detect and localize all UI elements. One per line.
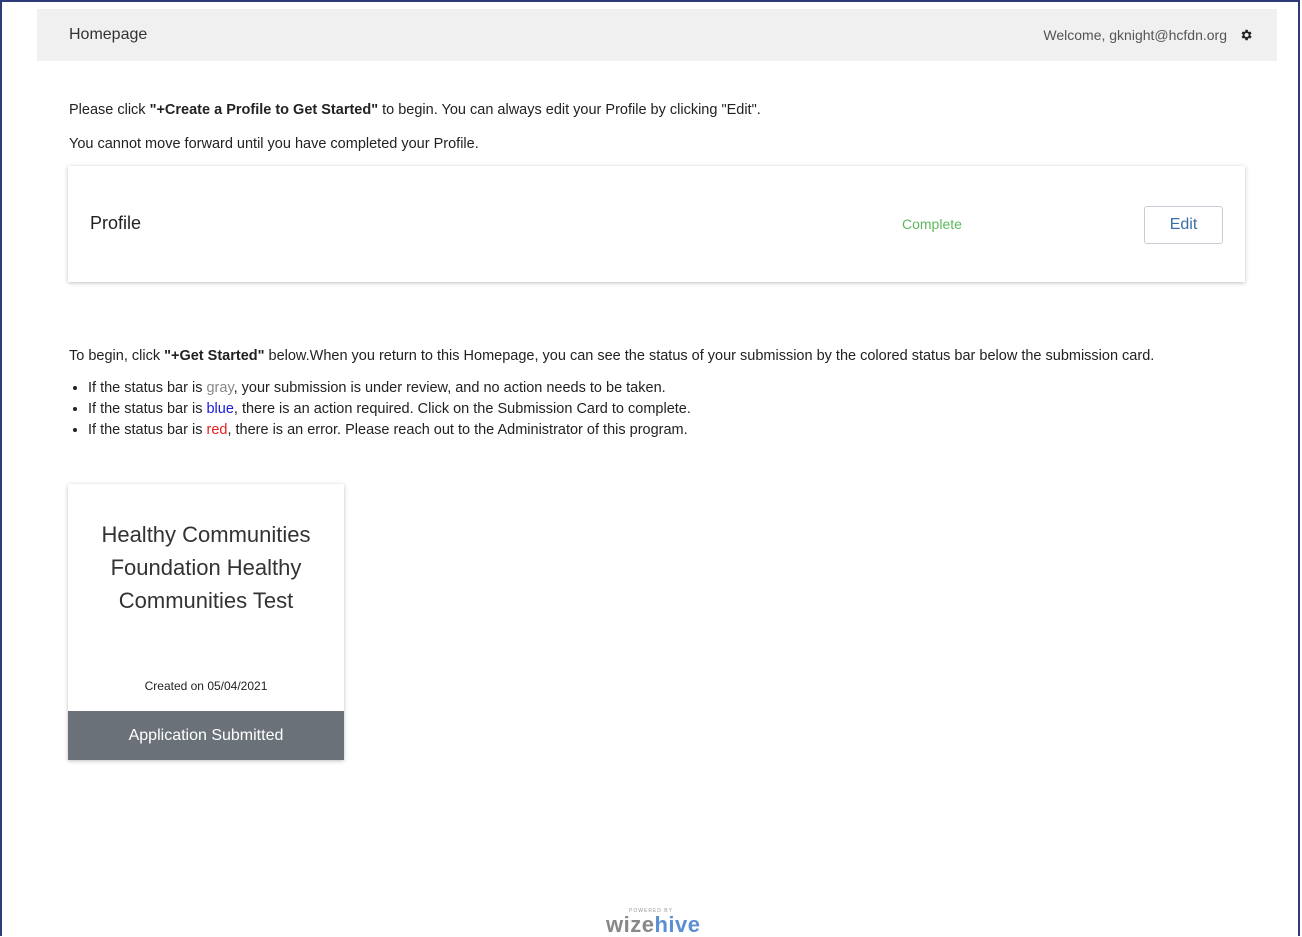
list-item: If the status bar is gray, your submissi…	[88, 380, 1239, 397]
intro-line-1: Please click "+Create a Profile to Get S…	[69, 102, 761, 118]
edit-profile-button[interactable]: Edit	[1144, 206, 1223, 244]
page-title: Homepage	[69, 26, 148, 43]
instructions-intro: To begin, click "+Get Started" below.Whe…	[69, 348, 1155, 364]
profile-status: Complete	[902, 216, 962, 232]
powered-by-logo: POWERED BY wizehive	[606, 908, 701, 937]
wizehive-logo: wizehive	[606, 912, 701, 937]
intro-text: Please click "+Create a Profile to Get S…	[69, 101, 761, 169]
status-legend-list: If the status bar is gray, your submissi…	[69, 380, 1239, 439]
gear-icon[interactable]	[1239, 28, 1253, 42]
user-area: Welcome, gknight@hcfdn.org	[1043, 27, 1253, 43]
instructions: To begin, click "+Get Started" below.Whe…	[69, 347, 1239, 443]
submission-status-bar[interactable]: Application Submitted	[68, 711, 344, 760]
intro-line-2: You cannot move forward until you have c…	[69, 136, 479, 152]
submission-created-date: Created on 05/04/2021	[144, 679, 268, 693]
list-item: If the status bar is blue, there is an a…	[88, 401, 1239, 418]
submission-name: Healthy Communities Foundation Healthy C…	[101, 522, 311, 613]
profile-card: Profile Complete Edit	[68, 166, 1245, 282]
list-item: If the status bar is red, there is an er…	[88, 422, 1239, 439]
submission-card[interactable]: Healthy Communities Foundation Healthy C…	[68, 484, 344, 760]
welcome-text: Welcome, gknight@hcfdn.org	[1043, 27, 1227, 43]
profile-label: Profile	[90, 213, 142, 233]
top-bar: Homepage Welcome, gknight@hcfdn.org	[37, 9, 1277, 61]
